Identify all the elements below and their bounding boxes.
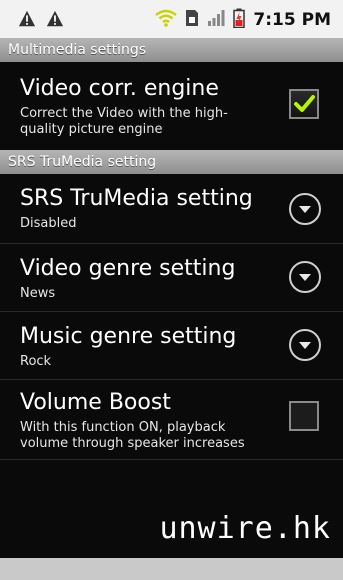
- section-header-multimedia: Multimedia settings: [0, 38, 343, 62]
- chevron-down-icon: [298, 268, 312, 287]
- setting-summary: Correct the Video with the high-quality …: [20, 106, 228, 137]
- chevron-down-icon: [298, 336, 312, 355]
- setting-summary: With this function ON, playback volume t…: [20, 420, 245, 451]
- setting-summary: News: [20, 286, 56, 301]
- watermark: unwire.hk: [159, 511, 331, 546]
- setting-music-genre[interactable]: Music genre setting Rock: [0, 312, 343, 380]
- battery-icon: [233, 8, 246, 32]
- status-bar: 7:15 PM: [0, 0, 343, 38]
- warning-icon: [46, 10, 64, 32]
- setting-summary: Disabled: [20, 216, 77, 231]
- warning-icon: [18, 10, 36, 32]
- sim-icon: [185, 9, 199, 31]
- signal-icon: [207, 9, 225, 31]
- chevron-down-icon: [298, 200, 312, 219]
- setting-video-genre[interactable]: Video genre setting News: [0, 244, 343, 312]
- setting-video-corr-engine[interactable]: Video corr. engine Correct the Video wit…: [0, 62, 343, 154]
- dropdown-button[interactable]: [289, 193, 321, 225]
- section-header-srs: SRS TruMedia setting: [0, 150, 343, 174]
- volume-boost-checkbox[interactable]: [289, 401, 319, 431]
- setting-srs-trumedia[interactable]: SRS TruMedia setting Disabled: [0, 174, 343, 244]
- clock: 7:15 PM: [253, 10, 331, 30]
- dropdown-button[interactable]: [289, 329, 321, 361]
- setting-volume-boost[interactable]: Volume Boost With this function ON, play…: [0, 380, 343, 460]
- setting-summary: Rock: [20, 354, 52, 369]
- dropdown-button[interactable]: [289, 261, 321, 293]
- wifi-icon: [155, 9, 178, 31]
- video-corr-checkbox[interactable]: [289, 89, 319, 119]
- device-frame: [0, 558, 343, 580]
